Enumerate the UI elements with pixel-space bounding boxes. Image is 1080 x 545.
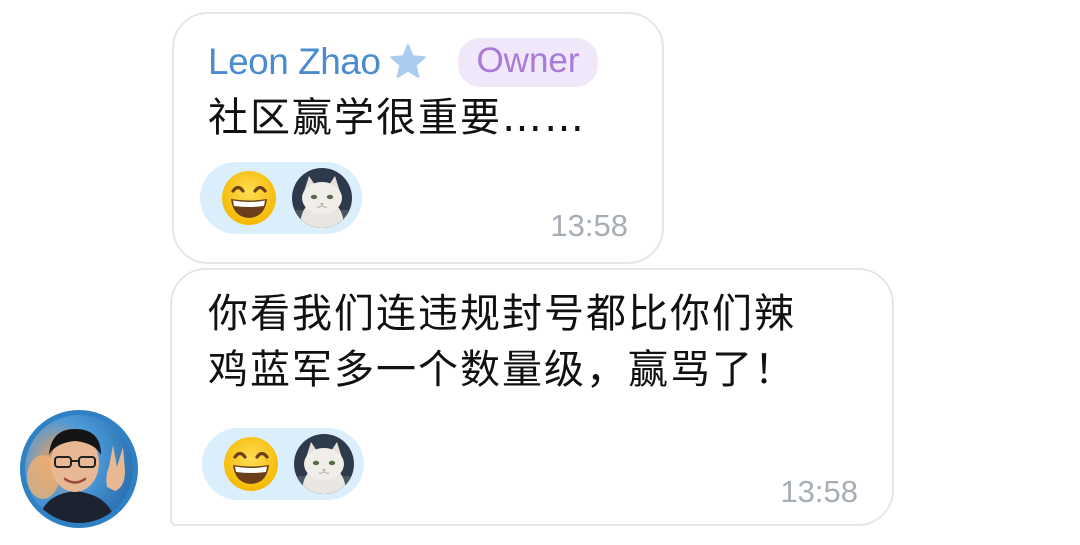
message-text: 社区赢学很重要…… <box>208 95 586 141</box>
sender-name[interactable]: Leon Zhao <box>208 41 381 83</box>
message-text: 你看我们连违规封号都比你们辣 鸡蓝军多一个数量级，赢骂了！ <box>208 291 796 393</box>
grinning-face-icon <box>222 435 280 493</box>
owner-badge: Owner <box>458 37 598 87</box>
message-bubble[interactable]: Leon Zhao Owner 社区赢学很重要…… 13:58 <box>172 12 664 264</box>
star-icon <box>388 42 428 82</box>
white-cat-avatar[interactable] <box>292 168 352 228</box>
sender-header: Leon Zhao Owner <box>208 36 598 88</box>
white-cat-avatar[interactable] <box>294 434 354 494</box>
reaction-pill[interactable] <box>202 428 364 500</box>
user-photo-avatar[interactable] <box>20 410 138 528</box>
reaction-pill[interactable] <box>200 162 362 234</box>
grinning-face-icon <box>220 169 278 227</box>
message-bubble[interactable]: 你看我们连违规封号都比你们辣 鸡蓝军多一个数量级，赢骂了！ 13:58 <box>170 268 894 526</box>
message-time: 13:58 <box>780 474 858 509</box>
message-time: 13:58 <box>550 208 628 243</box>
